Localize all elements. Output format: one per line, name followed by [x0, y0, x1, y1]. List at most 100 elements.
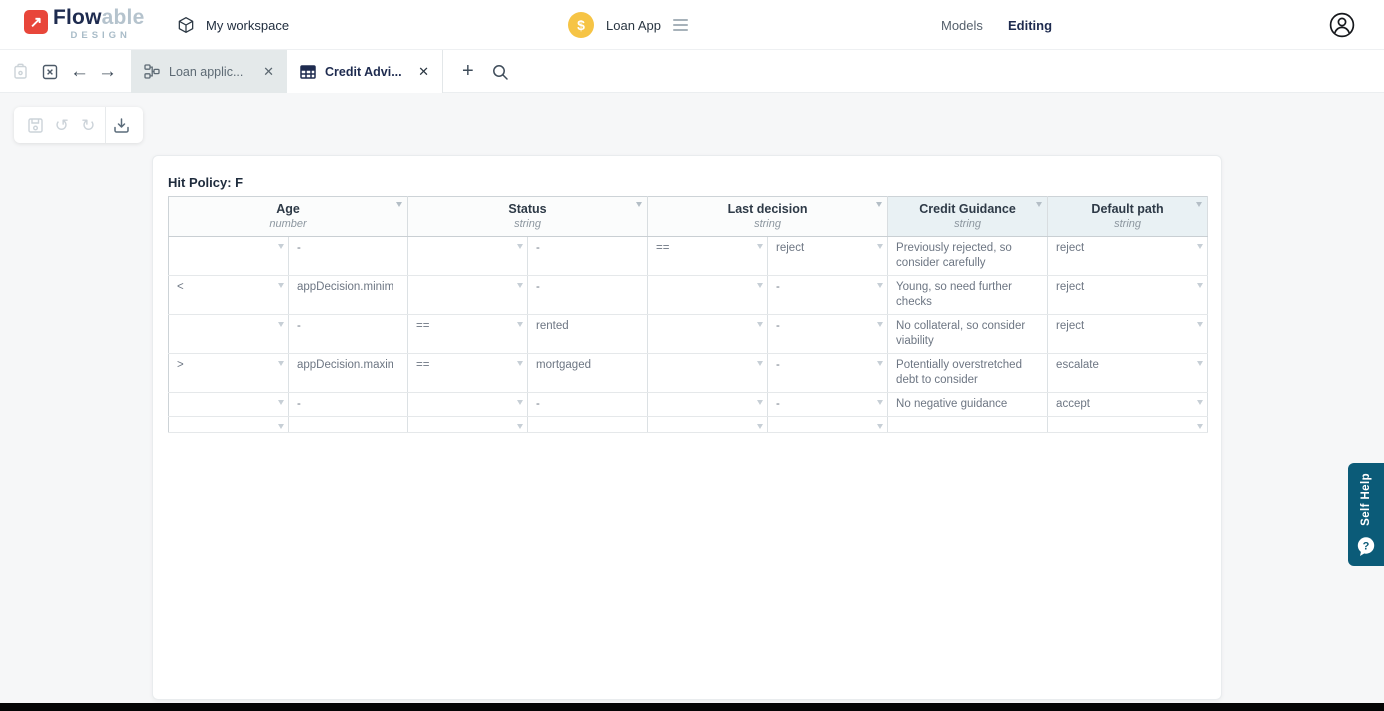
search-icon[interactable]: [491, 50, 509, 93]
save-icon[interactable]: [22, 107, 49, 143]
cell-credit-guidance[interactable]: Young, so need further checks: [888, 276, 1048, 315]
filter-dropdown-icon[interactable]: [517, 322, 523, 327]
filter-dropdown-icon[interactable]: [517, 283, 523, 288]
cell-last-decision-operator[interactable]: ==: [648, 237, 768, 276]
filter-dropdown-icon[interactable]: [1036, 202, 1042, 207]
redo-icon[interactable]: ↻: [75, 107, 102, 143]
filter-dropdown-icon[interactable]: [877, 424, 883, 429]
cell-last-decision-value[interactable]: -: [768, 354, 888, 393]
cell-status-operator[interactable]: [408, 417, 528, 433]
filter-dropdown-icon[interactable]: [757, 283, 763, 288]
filter-dropdown-icon[interactable]: [278, 244, 284, 249]
deploy-icon[interactable]: [109, 107, 136, 143]
filter-dropdown-icon[interactable]: [877, 283, 883, 288]
filter-dropdown-icon[interactable]: [278, 283, 284, 288]
column-header-age[interactable]: Age number: [169, 197, 408, 237]
cell-last-decision-value[interactable]: [768, 417, 888, 433]
cell-age-value[interactable]: -: [289, 237, 408, 276]
filter-dropdown-icon[interactable]: [757, 424, 763, 429]
copy-model-icon[interactable]: [12, 50, 29, 93]
cell-status-value[interactable]: [528, 417, 648, 433]
column-header-status[interactable]: Status string: [408, 197, 648, 237]
filter-dropdown-icon[interactable]: [1197, 361, 1203, 366]
column-header-default-path[interactable]: Default path string: [1048, 197, 1208, 237]
filter-dropdown-icon[interactable]: [517, 400, 523, 405]
cell-credit-guidance[interactable]: No collateral, so consider viability: [888, 315, 1048, 354]
cell-last-decision-operator[interactable]: [648, 276, 768, 315]
cell-age-operator[interactable]: [169, 237, 289, 276]
filter-dropdown-icon[interactable]: [278, 322, 284, 327]
column-header-credit-guidance[interactable]: Credit Guidance string: [888, 197, 1048, 237]
cell-status-operator[interactable]: ==: [408, 315, 528, 354]
filter-dropdown-icon[interactable]: [278, 400, 284, 405]
cell-age-value[interactable]: -: [289, 315, 408, 354]
cell-status-value[interactable]: -: [528, 393, 648, 417]
cell-default-path[interactable]: escalate: [1048, 354, 1208, 393]
close-tab-icon[interactable]: ✕: [263, 65, 274, 78]
tab-credit-advice[interactable]: Credit Advi... ✕: [287, 50, 443, 93]
cell-age-value[interactable]: -: [289, 393, 408, 417]
cell-last-decision-value[interactable]: -: [768, 393, 888, 417]
filter-dropdown-icon[interactable]: [517, 244, 523, 249]
forward-icon[interactable]: →: [98, 50, 117, 93]
cell-status-value[interactable]: rented: [528, 315, 648, 354]
cell-age-operator[interactable]: <: [169, 276, 289, 315]
cell-age-value[interactable]: [289, 417, 408, 433]
nav-editing[interactable]: Editing: [1008, 0, 1052, 50]
cell-last-decision-operator[interactable]: [648, 417, 768, 433]
filter-dropdown-icon[interactable]: [757, 244, 763, 249]
filter-dropdown-icon[interactable]: [396, 202, 402, 207]
cell-credit-guidance[interactable]: Previously rejected, so consider careful…: [888, 237, 1048, 276]
cell-default-path[interactable]: [1048, 417, 1208, 433]
cell-age-value[interactable]: appDecision.minimum: [289, 276, 408, 315]
cell-default-path[interactable]: reject: [1048, 237, 1208, 276]
cell-last-decision-value[interactable]: reject: [768, 237, 888, 276]
app-menu-icon[interactable]: [673, 15, 688, 35]
cell-default-path[interactable]: reject: [1048, 276, 1208, 315]
filter-dropdown-icon[interactable]: [278, 361, 284, 366]
cell-credit-guidance[interactable]: No negative guidance: [888, 393, 1048, 417]
cell-last-decision-operator[interactable]: [648, 354, 768, 393]
undo-icon[interactable]: ↺: [49, 107, 76, 143]
filter-dropdown-icon[interactable]: [1197, 283, 1203, 288]
cell-age-operator[interactable]: >: [169, 354, 289, 393]
cell-age-operator[interactable]: [169, 417, 289, 433]
filter-dropdown-icon[interactable]: [517, 424, 523, 429]
cell-last-decision-operator[interactable]: [648, 393, 768, 417]
cell-default-path[interactable]: reject: [1048, 315, 1208, 354]
cell-status-operator[interactable]: ==: [408, 354, 528, 393]
add-tab-icon[interactable]: +: [462, 50, 474, 93]
current-app[interactable]: $ Loan App: [568, 0, 688, 50]
close-all-tabs-icon[interactable]: [41, 50, 59, 93]
filter-dropdown-icon[interactable]: [757, 322, 763, 327]
filter-dropdown-icon[interactable]: [877, 400, 883, 405]
nav-models[interactable]: Models: [941, 0, 983, 50]
filter-dropdown-icon[interactable]: [757, 400, 763, 405]
cell-age-value[interactable]: appDecision.maximum: [289, 354, 408, 393]
filter-dropdown-icon[interactable]: [636, 202, 642, 207]
cell-last-decision-operator[interactable]: [648, 315, 768, 354]
cell-credit-guidance[interactable]: Potentially overstretched debt to consid…: [888, 354, 1048, 393]
tab-loan-application[interactable]: Loan applic... ✕: [131, 50, 287, 93]
user-avatar-icon[interactable]: [1328, 11, 1356, 39]
cell-status-operator[interactable]: [408, 276, 528, 315]
cell-age-operator[interactable]: [169, 393, 289, 417]
filter-dropdown-icon[interactable]: [877, 361, 883, 366]
cell-last-decision-value[interactable]: -: [768, 276, 888, 315]
filter-dropdown-icon[interactable]: [1197, 322, 1203, 327]
cell-status-value[interactable]: -: [528, 276, 648, 315]
filter-dropdown-icon[interactable]: [278, 424, 284, 429]
filter-dropdown-icon[interactable]: [877, 244, 883, 249]
filter-dropdown-icon[interactable]: [517, 361, 523, 366]
column-header-last-decision[interactable]: Last decision string: [648, 197, 888, 237]
filter-dropdown-icon[interactable]: [877, 322, 883, 327]
cell-status-value[interactable]: mortgaged: [528, 354, 648, 393]
cell-status-operator[interactable]: [408, 393, 528, 417]
filter-dropdown-icon[interactable]: [1197, 424, 1203, 429]
self-help-tab[interactable]: Self Help ?: [1348, 463, 1384, 566]
filter-dropdown-icon[interactable]: [876, 202, 882, 207]
close-tab-icon[interactable]: ✕: [418, 65, 429, 78]
cell-last-decision-value[interactable]: -: [768, 315, 888, 354]
filter-dropdown-icon[interactable]: [1196, 202, 1202, 207]
cell-status-operator[interactable]: [408, 237, 528, 276]
